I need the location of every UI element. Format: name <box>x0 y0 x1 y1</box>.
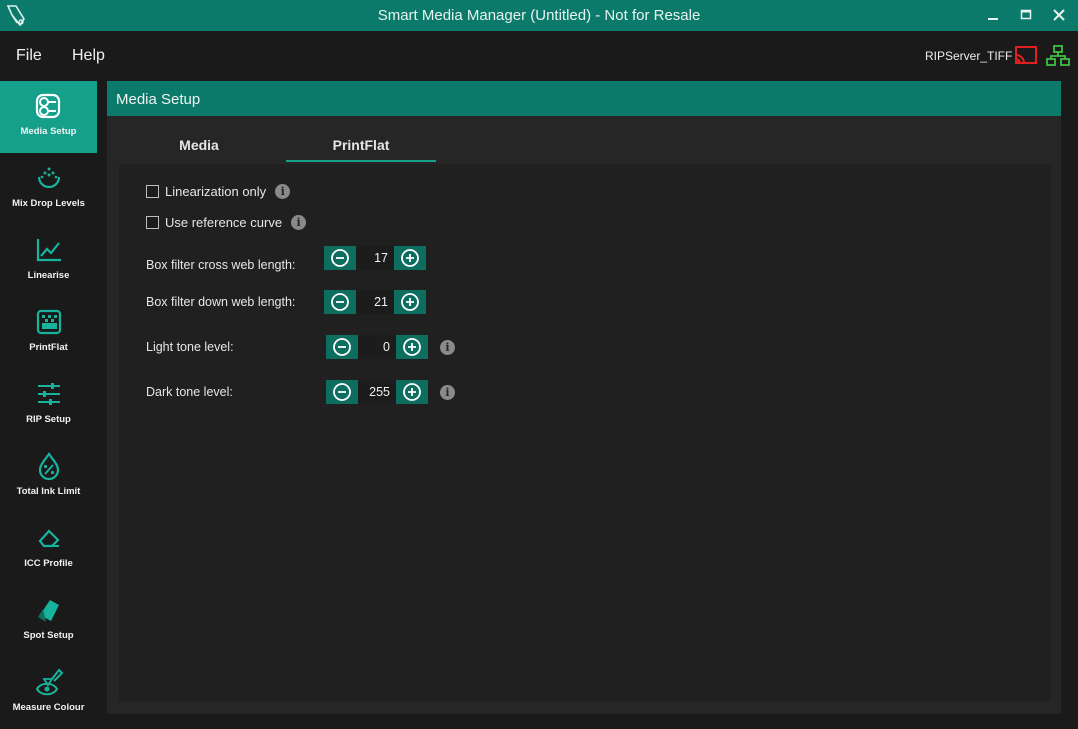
box-filter-cross-web-stepper[interactable]: 17 <box>324 246 426 270</box>
info-icon[interactable]: i <box>440 385 455 400</box>
line-chart-icon <box>36 239 61 262</box>
tab-printflat[interactable]: PrintFlat <box>286 124 436 162</box>
plus-circle-icon <box>401 293 419 311</box>
sidebar-item-label: Total Ink Limit <box>16 486 81 497</box>
light-tone-level-label: Light tone level: <box>146 340 234 354</box>
linearization-only-label[interactable]: Linearization only <box>165 184 266 199</box>
menu-help[interactable]: Help <box>72 47 105 65</box>
use-reference-curve-checkbox[interactable] <box>146 216 159 229</box>
box-filter-down-web-value[interactable]: 21 <box>356 290 394 314</box>
sidebar-item-label: Spot Setup <box>23 630 74 641</box>
box-filter-down-web-stepper[interactable]: 21 <box>324 290 426 314</box>
sliders-icon <box>38 383 60 405</box>
decrement-button[interactable] <box>324 290 356 314</box>
sidebar-item-label: Mix Drop Levels <box>12 198 85 209</box>
minimize-icon <box>988 18 998 20</box>
title-bar: Smart Media Manager (Untitled) - Not for… <box>0 0 1078 31</box>
box-filter-cross-web-value[interactable]: 17 <box>356 246 394 270</box>
sidebar-item-label: ICC Profile <box>24 558 73 569</box>
media-roll-icon <box>35 93 61 119</box>
dark-tone-level-stepper[interactable]: 255 <box>326 380 428 404</box>
minus-circle-icon <box>331 249 349 267</box>
info-icon[interactable]: i <box>291 215 307 230</box>
decrement-button[interactable] <box>326 335 358 359</box>
sidebar-item-printflat[interactable]: PrintFlat <box>0 297 97 369</box>
light-tone-level-value[interactable]: 0 <box>358 335 396 359</box>
cast-icon[interactable] <box>1014 45 1038 67</box>
dark-tone-level-value[interactable]: 255 <box>358 380 396 404</box>
info-icon[interactable]: i <box>275 184 291 199</box>
eraser-icon <box>38 529 60 548</box>
tab-media[interactable]: Media <box>124 124 274 162</box>
menu-file[interactable]: File <box>16 47 42 65</box>
sidebar-item-icc-profile[interactable]: ICC Profile <box>0 513 97 585</box>
measure-eye-icon <box>35 668 64 696</box>
printflat-icon <box>36 309 62 335</box>
decrement-button[interactable] <box>324 246 356 270</box>
sidebar-item-rip-setup[interactable]: RIP Setup <box>0 369 97 441</box>
sidebar-item-label: Linearise <box>27 270 70 281</box>
media-setup-panel: Media Setup Media PrintFlat Linearizatio… <box>107 81 1061 714</box>
linearization-only-row: Linearization only i <box>146 184 291 199</box>
minimize-button[interactable] <box>978 5 1008 25</box>
use-reference-curve-row: Use reference curve i <box>146 215 307 230</box>
box-filter-down-web-label: Box filter down web length: <box>146 295 296 309</box>
swatch-icon <box>38 600 59 622</box>
box-filter-cross-web-label: Box filter cross web length: <box>146 258 296 272</box>
sidebar-item-label: Measure Colour <box>12 702 85 713</box>
network-icon[interactable] <box>1046 45 1070 67</box>
sidebar-item-mix-drop-levels[interactable]: Mix Drop Levels <box>0 153 97 225</box>
sidebar-item-linearise[interactable]: Linearise <box>0 225 97 297</box>
panel-title: Media Setup <box>116 91 201 108</box>
sidebar-item-media-setup[interactable]: Media Setup <box>0 81 97 153</box>
server-name: RIPServer_TIFF <box>925 49 1013 63</box>
maximize-icon <box>1020 9 1032 20</box>
printflat-content: Linearization only i Use reference curve… <box>119 164 1051 701</box>
plus-circle-icon <box>403 338 421 356</box>
linearization-only-checkbox[interactable] <box>146 185 159 198</box>
minus-circle-icon <box>331 293 349 311</box>
drop-mix-icon <box>37 167 61 189</box>
use-reference-curve-label[interactable]: Use reference curve <box>165 215 282 230</box>
plus-circle-icon <box>401 249 419 267</box>
sidebar-item-label: Media Setup <box>20 126 77 137</box>
sidebar-item-spot-setup[interactable]: Spot Setup <box>0 585 97 657</box>
increment-button[interactable] <box>396 380 428 404</box>
sidebar-item-label: PrintFlat <box>29 342 68 353</box>
increment-button[interactable] <box>396 335 428 359</box>
light-tone-level-stepper[interactable]: 0 <box>326 335 428 359</box>
decrement-button[interactable] <box>326 380 358 404</box>
panel-header: Media Setup <box>107 81 1061 116</box>
sidebar-item-total-ink-limit[interactable]: Total Ink Limit <box>0 441 97 513</box>
close-icon <box>1053 9 1065 21</box>
plus-circle-icon <box>403 383 421 401</box>
sidebar: Media Setup Mix Drop Levels Linearise Pr… <box>0 81 97 728</box>
sidebar-item-label: RIP Setup <box>26 414 71 425</box>
increment-button[interactable] <box>394 290 426 314</box>
increment-button[interactable] <box>394 246 426 270</box>
minus-circle-icon <box>333 338 351 356</box>
sidebar-item-measure-colour[interactable]: Measure Colour <box>0 657 97 729</box>
menu-bar: File Help RIPServer_TIFF <box>0 31 1078 80</box>
maximize-button[interactable] <box>1011 5 1041 25</box>
ink-percent-icon <box>38 452 60 481</box>
close-button[interactable] <box>1044 5 1074 25</box>
info-icon[interactable]: i <box>440 340 455 355</box>
window-title: Smart Media Manager (Untitled) - Not for… <box>377 7 701 24</box>
dark-tone-level-label: Dark tone level: <box>146 385 233 399</box>
minus-circle-icon <box>333 383 351 401</box>
